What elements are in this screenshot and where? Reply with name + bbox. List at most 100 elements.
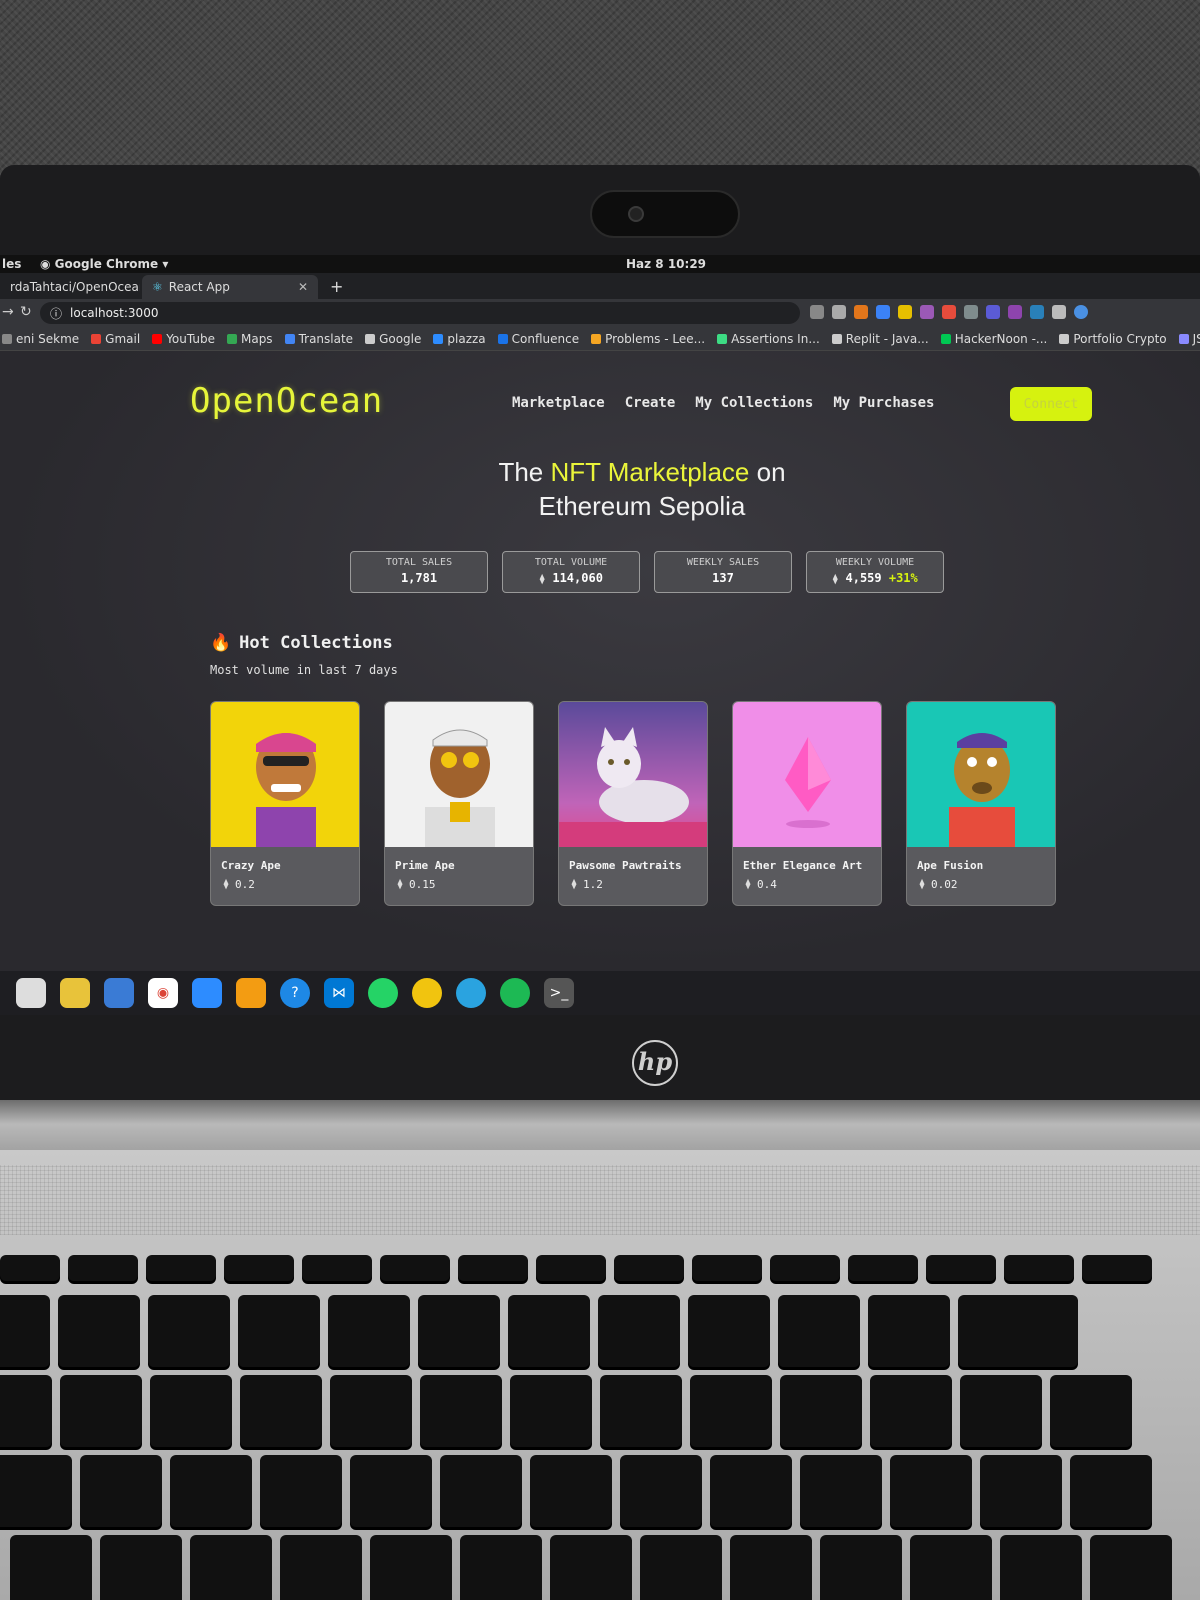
bookmark-icon bbox=[831, 333, 842, 344]
text-editor-icon[interactable] bbox=[104, 978, 134, 1008]
bookmark-item[interactable]: Confluence bbox=[497, 332, 579, 346]
puzzle-icon[interactable] bbox=[1052, 305, 1066, 319]
terminal-icon[interactable]: >_ bbox=[544, 978, 574, 1008]
keyboard-key bbox=[690, 1375, 772, 1447]
keyboard-key bbox=[958, 1295, 1078, 1367]
bookmark-item[interactable]: Google bbox=[365, 332, 421, 346]
collection-price: ⧫ 0.4 bbox=[745, 878, 881, 891]
stat-label: TOTAL SALES bbox=[385, 557, 453, 568]
new-tab-button[interactable]: + bbox=[330, 277, 343, 296]
activities-button[interactable]: les bbox=[2, 257, 21, 271]
bookmark-item[interactable]: Translate bbox=[284, 332, 353, 346]
keyboard-key bbox=[868, 1295, 950, 1367]
spotify-icon[interactable] bbox=[500, 978, 530, 1008]
collection-card[interactable]: Pawsome Pawtraits ⧫ 1.2 bbox=[558, 701, 708, 906]
collection-card[interactable]: Crazy Ape ⧫ 0.2 bbox=[210, 701, 360, 906]
bookmark-item[interactable]: eni Sekme bbox=[2, 332, 79, 346]
background-fabric bbox=[0, 0, 1200, 175]
keyboard-key bbox=[440, 1455, 522, 1527]
bookmark-item[interactable]: Portfolio Crypto bbox=[1059, 332, 1167, 346]
forward-icon[interactable]: → bbox=[2, 304, 14, 320]
extension-icon[interactable] bbox=[1008, 305, 1022, 319]
bookmark-item[interactable]: Gmail bbox=[91, 332, 140, 346]
app-menu[interactable]: ◉ Google Chrome ▾ bbox=[40, 257, 168, 271]
stat-value: ⧫ 114,060 bbox=[503, 571, 639, 585]
collection-card[interactable]: Prime Ape ⧫ 0.15 bbox=[384, 701, 534, 906]
clock[interactable]: Haz 8 10:29 bbox=[626, 257, 706, 271]
share-icon[interactable] bbox=[810, 305, 824, 319]
vscode-icon[interactable]: ⋈ bbox=[324, 978, 354, 1008]
star-icon[interactable] bbox=[832, 305, 846, 319]
collection-card[interactable]: Ether Elegance Art ⧫ 0.4 bbox=[732, 701, 882, 906]
nav-my-purchases[interactable]: My Purchases bbox=[833, 395, 934, 411]
bookmark-item[interactable]: plazza bbox=[433, 332, 486, 346]
bookmark-item[interactable]: JSON-RPC API... bbox=[1178, 332, 1200, 346]
tab-react-app[interactable]: ⚛ React App ✕ bbox=[142, 275, 318, 299]
extension-icon[interactable] bbox=[986, 305, 1000, 319]
app-name: Google Chrome bbox=[54, 257, 159, 271]
price-value: 0.15 bbox=[409, 878, 436, 891]
extensions-area bbox=[810, 305, 1088, 319]
connect-button[interactable]: Connect bbox=[1010, 387, 1092, 421]
extension-icon[interactable] bbox=[876, 305, 890, 319]
os-top-bar: les ◉ Google Chrome ▾ Haz 8 10:29 bbox=[0, 255, 1200, 273]
reload-icon[interactable]: ↻ bbox=[20, 304, 32, 320]
close-icon[interactable]: ✕ bbox=[298, 280, 308, 294]
collection-card[interactable]: Ape Fusion ⧫ 0.02 bbox=[906, 701, 1056, 906]
chrome-icon[interactable]: ◉ bbox=[148, 978, 178, 1008]
stat-total-sales: TOTAL SALES 1,781 bbox=[350, 551, 488, 593]
webcam bbox=[590, 190, 740, 238]
keyboard-key bbox=[418, 1295, 500, 1367]
stat-weekly-volume: WEEKLY VOLUME ⧫ 4,559 +31% bbox=[806, 551, 944, 593]
stat-value: 1,781 bbox=[351, 571, 487, 585]
bookmark-icon bbox=[497, 333, 508, 344]
collection-image bbox=[385, 702, 533, 847]
ape-illustration bbox=[425, 729, 495, 847]
extension-icon[interactable] bbox=[898, 305, 912, 319]
keyboard-key bbox=[0, 1295, 50, 1367]
tab-github[interactable]: rdaTahtaci/OpenOcean ✕ bbox=[0, 275, 140, 299]
os-dock: ◉ ? ⋈ >_ bbox=[0, 971, 1200, 1015]
keyboard-key bbox=[550, 1535, 632, 1600]
whatsapp-icon[interactable] bbox=[368, 978, 398, 1008]
extension-icon[interactable] bbox=[920, 305, 934, 319]
keyboard-key bbox=[148, 1295, 230, 1367]
profile-avatar[interactable] bbox=[1074, 305, 1088, 319]
extension-icon[interactable] bbox=[1030, 305, 1044, 319]
keyboard-qwerty-row bbox=[0, 1375, 1132, 1447]
extension-icon[interactable] bbox=[964, 305, 978, 319]
address-text: localhost:3000 bbox=[70, 306, 159, 320]
price-value: 1.2 bbox=[583, 878, 603, 891]
bookmark-icon bbox=[1178, 333, 1189, 344]
keyboard-bottom-row bbox=[10, 1535, 1172, 1600]
bookmark-item[interactable]: YouTube bbox=[152, 332, 215, 346]
keyboard-key bbox=[890, 1455, 972, 1527]
web-page: OpenOcean Marketplace Create My Collecti… bbox=[0, 351, 1200, 971]
bookmark-item[interactable]: Assertions In... bbox=[717, 332, 820, 346]
music-player-icon[interactable] bbox=[60, 978, 90, 1008]
info-icon[interactable]: ⓘ bbox=[50, 305, 62, 322]
cat-illustration bbox=[559, 727, 707, 847]
address-bar[interactable]: ⓘ localhost:3000 bbox=[40, 302, 800, 324]
discord-icon[interactable] bbox=[412, 978, 442, 1008]
stat-label: WEEKLY VOLUME bbox=[835, 557, 915, 568]
nav-create[interactable]: Create bbox=[625, 395, 676, 411]
bookmark-item[interactable]: Replit - Java... bbox=[831, 332, 929, 346]
bookmark-item[interactable]: HackerNoon -... bbox=[940, 332, 1047, 346]
bookmark-item[interactable]: Maps bbox=[226, 332, 273, 346]
files-icon[interactable] bbox=[16, 978, 46, 1008]
nav-my-collections[interactable]: My Collections bbox=[695, 395, 813, 411]
nav-marketplace[interactable]: Marketplace bbox=[512, 395, 605, 411]
bookmark-item[interactable]: Problems - Lee... bbox=[591, 332, 705, 346]
extension-icon[interactable] bbox=[942, 305, 956, 319]
help-icon[interactable]: ? bbox=[280, 978, 310, 1008]
site-logo[interactable]: OpenOcean bbox=[190, 381, 383, 421]
telegram-icon[interactable] bbox=[456, 978, 486, 1008]
collection-cards: Crazy Ape ⧫ 0.2 Prime Ape ⧫ 0.15 Pawsome… bbox=[210, 701, 1056, 906]
section-subtitle: Most volume in last 7 days bbox=[210, 663, 398, 677]
app-store-icon[interactable] bbox=[236, 978, 266, 1008]
zoom-icon[interactable] bbox=[192, 978, 222, 1008]
stat-change: +31% bbox=[888, 571, 918, 585]
eth-icon: ⧫ bbox=[571, 879, 578, 890]
metamask-icon[interactable] bbox=[854, 305, 868, 319]
